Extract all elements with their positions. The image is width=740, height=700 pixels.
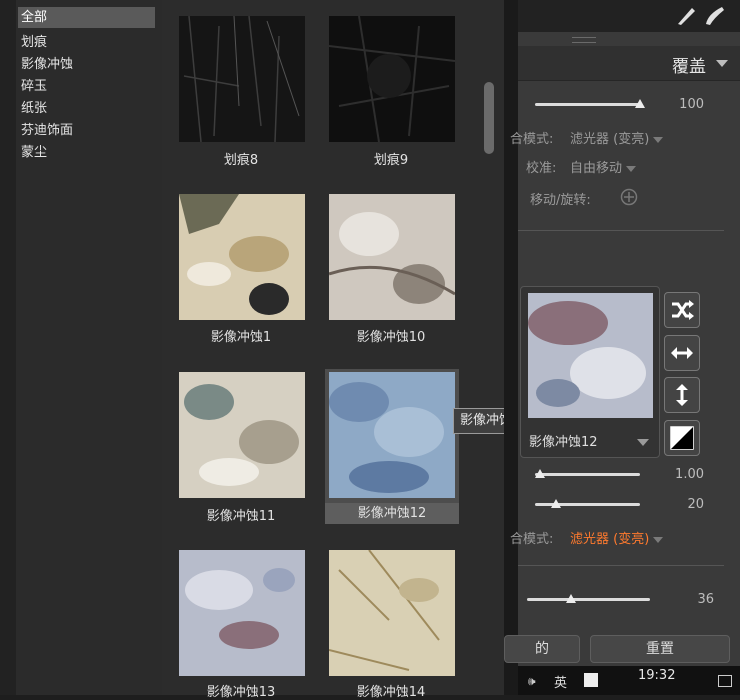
brush-alt-icon[interactable] — [702, 4, 726, 26]
flip-horizontal-button[interactable] — [664, 335, 700, 371]
panel-divider — [504, 0, 518, 695]
category-panel: 全部 划痕 影像冲蚀 碎玉 纸张 芬迪饰面 蒙尘 — [0, 0, 163, 695]
category-item-all[interactable]: 全部 — [18, 7, 155, 28]
chevron-down-icon[interactable] — [637, 439, 649, 446]
input-language-indicator[interactable]: 英 — [554, 672, 567, 691]
toolbar-strip — [518, 0, 740, 32]
roughness-slider-knob[interactable] — [551, 499, 561, 508]
invert-button[interactable] — [664, 420, 700, 456]
thumbnail-image-erosion-14[interactable] — [329, 550, 455, 676]
thumbnail-scratch-8[interactable] — [179, 16, 305, 142]
thumbnail-image-erosion-1[interactable] — [179, 194, 305, 320]
brush-icon[interactable] — [674, 4, 698, 26]
scale-slider-knob[interactable] — [535, 469, 546, 478]
thumbnail-scratch-9[interactable] — [329, 16, 455, 142]
flip-horizontal-icon — [671, 347, 693, 359]
thumbnail-caption: 影像冲蚀10 — [356, 330, 426, 345]
align-label: 校准: — [526, 161, 557, 176]
texture-preview-image — [528, 293, 653, 418]
thumbnail-caption: 影像冲蚀1 — [210, 330, 272, 345]
category-item-broken-jade[interactable]: 碎玉 — [18, 76, 155, 97]
reset-button[interactable]: 重置 — [590, 635, 730, 663]
scale-slider-track[interactable] — [535, 473, 640, 476]
thumbnail-caption: 影像冲蚀11 — [206, 509, 276, 524]
texture-preview-box[interactable]: 影像冲蚀12 — [520, 286, 660, 458]
overlay-title: 覆盖 — [672, 57, 706, 77]
section-divider — [518, 230, 724, 231]
thumbnail-image-erosion-11[interactable] — [179, 372, 305, 498]
thumbnail-caption: 影像冲蚀13 — [206, 685, 276, 700]
volume-icon[interactable]: 🕪 — [528, 674, 536, 689]
flip-vertical-icon — [676, 384, 688, 406]
input-method-icon[interactable] — [584, 673, 598, 687]
scale-value: 1.00 — [675, 467, 704, 482]
blend-mode-dropdown[interactable]: 滤光器 (变亮) — [570, 128, 664, 147]
blend-mode-value: 滤光器 (变亮) — [570, 132, 650, 147]
thumbnail-image-erosion-12[interactable] — [329, 372, 455, 498]
thumbnail-scrollbar-thumb[interactable] — [484, 82, 494, 154]
category-item-dust[interactable]: 蒙尘 — [18, 142, 155, 163]
opacity-slider-knob[interactable] — [635, 99, 645, 108]
amount-slider-track[interactable] — [527, 598, 650, 601]
move-rotate-label: 移动/旋转: — [530, 193, 591, 208]
category-item-scratches[interactable]: 划痕 — [18, 32, 155, 53]
thumbnail-caption: 划痕9 — [373, 153, 409, 168]
chevron-down-icon — [653, 536, 664, 543]
chevron-down-icon — [653, 136, 664, 143]
thumbnail-caption-selected: 影像冲蚀12 — [325, 503, 459, 524]
category-item-paper[interactable]: 纸张 — [18, 98, 155, 119]
thumbnail-image-erosion-13[interactable] — [179, 550, 305, 676]
opacity-value: 100 — [679, 97, 704, 112]
thumbnail-caption: 影像冲蚀14 — [356, 685, 426, 700]
texture-name: 影像冲蚀12 — [529, 435, 598, 450]
invert-icon — [670, 426, 694, 450]
category-item-fendi-finish[interactable]: 芬迪饰面 — [18, 120, 155, 141]
system-taskbar: 🕪 英 19:32 — [518, 666, 740, 695]
blend-mode-label: 合模式: — [510, 132, 554, 147]
overlay-header[interactable]: 覆盖 — [518, 46, 740, 81]
blend-mode-2-dropdown[interactable]: 滤光器 (变亮) — [570, 528, 664, 547]
secondary-button[interactable]: 的 — [504, 635, 580, 663]
align-value: 自由移动 — [570, 161, 623, 176]
category-list: 全部 划痕 影像冲蚀 碎玉 纸张 芬迪饰面 蒙尘 — [16, 0, 163, 695]
roughness-value: 20 — [687, 497, 704, 512]
move-rotate-icon[interactable] — [620, 188, 638, 206]
section-divider — [518, 565, 724, 566]
blend-mode-2-value: 滤光器 (变亮) — [570, 532, 650, 547]
thumbnail-caption: 划痕8 — [223, 153, 259, 168]
opacity-slider-track[interactable] — [535, 103, 640, 106]
clock[interactable]: 19:32 — [638, 668, 675, 683]
amount-value: 36 — [697, 592, 714, 607]
blend-mode-2-label: 合模式: — [510, 532, 554, 547]
shuffle-icon — [672, 300, 694, 320]
align-dropdown[interactable]: 自由移动 — [570, 157, 637, 176]
shuffle-button[interactable] — [664, 292, 700, 328]
chevron-down-icon[interactable] — [716, 60, 728, 67]
category-item-image-erosion[interactable]: 影像冲蚀 — [18, 54, 155, 75]
chevron-down-icon — [626, 165, 637, 172]
amount-slider-knob[interactable] — [566, 594, 577, 603]
thumbnail-image-erosion-10[interactable] — [329, 194, 455, 320]
panel-grip-handle[interactable] — [572, 37, 596, 43]
flip-vertical-button[interactable] — [664, 377, 700, 413]
notification-icon[interactable] — [718, 675, 732, 687]
